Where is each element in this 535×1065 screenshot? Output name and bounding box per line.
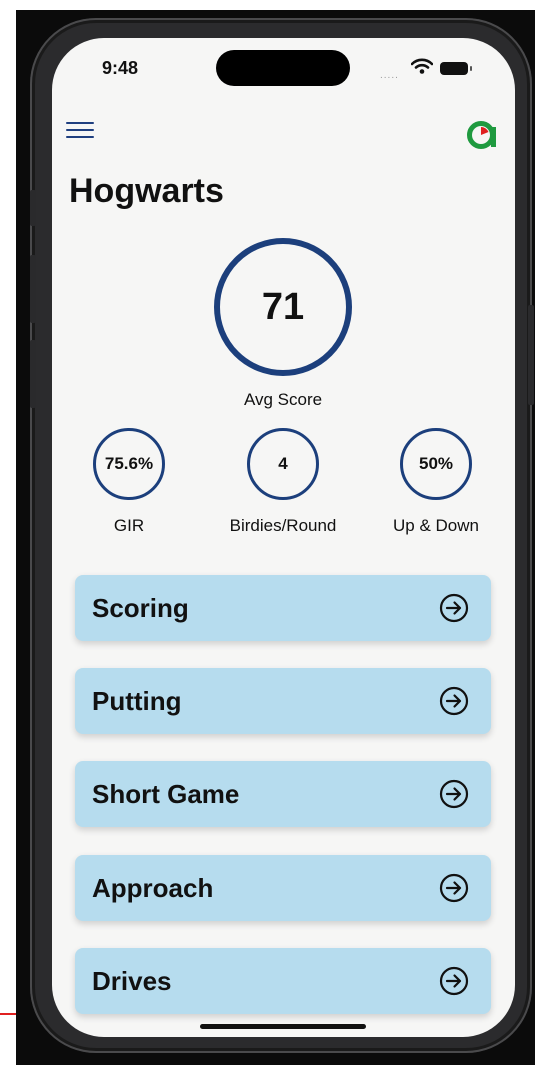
volume-up-button [30,255,36,323]
birdies-value: 4 [278,454,288,473]
avg-score-value: 71 [261,285,305,328]
birdies-ring: 4 [247,428,319,500]
menu-line [66,122,94,124]
action-button [30,190,36,226]
gir-value: 75.6% [104,454,154,473]
up-and-down-label: Up & Down [393,516,479,535]
volume-down-button [30,340,36,408]
category-label: Short Game [92,779,240,809]
power-button [528,305,534,405]
category-card-short-game[interactable]: Short Game [75,761,491,827]
category-label: Putting [92,686,182,716]
category-card-drives[interactable]: Drives [75,948,491,1014]
arrow-circle-right-icon [439,873,469,903]
category-card-putting[interactable]: Putting [75,668,491,734]
page-title: Hogwarts [69,172,224,210]
menu-line [66,129,94,131]
arrow-circle-right-icon [439,686,469,716]
category-card-approach[interactable]: Approach [75,855,491,921]
home-indicator[interactable] [200,1024,366,1029]
birdies-label: Birdies/Round [229,516,337,535]
arrow-circle-right-icon [439,779,469,809]
status-time: 9:48 [102,58,139,78]
wifi-icon [411,58,433,74]
red-edge-marker [0,1013,16,1015]
category-label: Approach [92,873,214,903]
avg-score-ring: 71 [214,238,352,376]
up-and-down-ring: 50% [400,428,472,500]
arrow-circle-right-icon [439,593,469,623]
menu-line [66,136,94,138]
category-label: Drives [92,966,172,996]
hamburger-menu-icon[interactable] [66,122,94,140]
phone-screen: 9:48 ..... Hogwarts 71 Avg Score 75.6% G… [52,38,515,1037]
app-logo-icon [467,121,496,149]
arrow-circle-right-icon [439,966,469,996]
gir-label: GIR [113,516,145,535]
gir-ring: 75.6% [93,428,165,500]
signal-strength-icon: ..... [380,70,399,81]
device-stage: 9:48 ..... Hogwarts 71 Avg Score 75.6% G… [0,0,535,1065]
category-label: Scoring [92,593,189,623]
avg-score-label: Avg Score [243,390,323,409]
dynamic-island [216,50,350,86]
battery-icon [440,62,468,75]
up-and-down-value: 50% [418,454,454,473]
category-card-scoring[interactable]: Scoring [75,575,491,641]
battery-tip [470,66,472,71]
